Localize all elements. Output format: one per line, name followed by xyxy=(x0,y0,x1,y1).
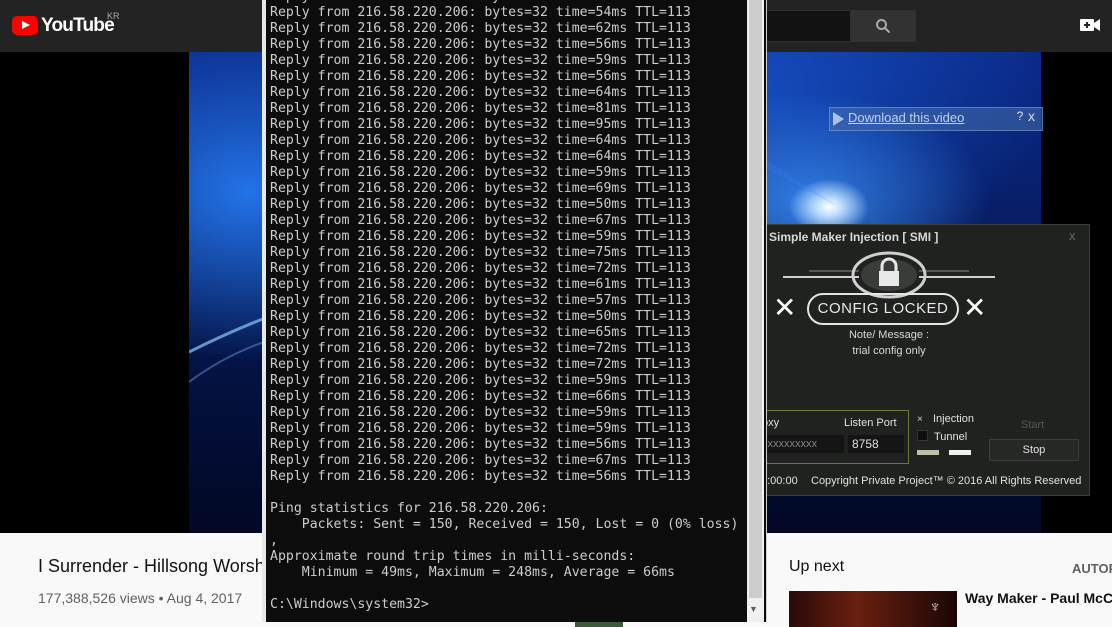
console-line: Reply from 216.58.220.206: bytes=32 time… xyxy=(270,341,691,356)
console-line: Reply from 216.58.220.206: bytes=32 time… xyxy=(270,5,691,20)
console-line: Reply from 216.58.220.206: bytes=32 time… xyxy=(270,197,691,212)
scroll-down-arrow-icon[interactable]: ▼ xyxy=(749,604,758,614)
console-line: Reply from 216.58.220.206: bytes=32 time… xyxy=(270,453,691,468)
autoplay-label[interactable]: AUTOPLAY xyxy=(1072,561,1112,576)
search-icon xyxy=(876,19,891,34)
tunnel-checkbox[interactable] xyxy=(917,430,928,441)
console-line: Reply from 216.58.220.206: bytes=32 time… xyxy=(270,133,691,148)
console-line: Reply from 216.58.220.206: bytes=32 time… xyxy=(270,293,691,308)
scrollbar-thumb[interactable] xyxy=(749,0,762,598)
download-video-bar[interactable]: Download this video ? x xyxy=(829,107,1043,131)
console-line: Reply from 216.58.220.206: bytes=32 time… xyxy=(270,181,691,196)
status-indicator xyxy=(949,450,971,455)
start-button[interactable]: Start xyxy=(1021,419,1044,431)
console-line: Reply from 216.58.220.206: bytes=32 time… xyxy=(270,149,691,164)
console-line: Reply from 216.58.220.206: bytes=32 time… xyxy=(270,101,691,116)
up-next-heading: Up next xyxy=(789,558,845,575)
config-locked-banner: CONFIG LOCKED xyxy=(807,293,959,325)
help-icon[interactable]: ? xyxy=(1013,109,1027,123)
console-line: Reply from 216.58.220.206: bytes=32 time… xyxy=(270,277,691,292)
tunnel-option[interactable]: Tunnel xyxy=(917,430,967,443)
console-line: Reply from 216.58.220.206: bytes=32 time… xyxy=(270,357,691,372)
console-line: Reply from 216.58.220.206: bytes=32 time… xyxy=(270,309,691,324)
listen-port-label: Listen Port xyxy=(844,417,897,429)
console-line: Reply from 216.58.220.206: bytes=32 time… xyxy=(270,85,691,100)
vertical-scrollbar[interactable]: ▼ xyxy=(747,0,764,622)
console-line: Minimum = 49ms, Maximum = 248ms, Average… xyxy=(270,565,675,580)
note-label: Note/ Message : xyxy=(848,329,930,341)
console-line: Reply from 216.58.220.206: bytes=32 time… xyxy=(270,37,691,52)
console-line: Reply from 216.58.220.206: bytes=32 time… xyxy=(270,245,691,260)
video-title: I Surrender - Hillsong Worshi xyxy=(38,556,269,576)
console-line: Reply from 216.58.220.206: bytes=32 time… xyxy=(270,261,691,276)
console-line: C:\Windows\system32> xyxy=(270,597,429,612)
command-prompt-window[interactable]: Reply from 216.58.220.206: bytes=32 time… xyxy=(262,0,767,622)
listen-port-field[interactable]: 8758 xyxy=(848,435,904,453)
stop-button[interactable]: Stop xyxy=(989,439,1079,461)
proxy-panel: oxy xxxxxxxxxx Listen Port 8758 xyxy=(759,410,909,464)
console-line: Reply from 216.58.220.206: bytes=32 time… xyxy=(270,469,691,484)
console-line: Reply from 216.58.220.206: bytes=32 time… xyxy=(270,389,691,404)
injection-option[interactable]: × Injection xyxy=(917,413,974,425)
console-output: Reply from 216.58.220.206: bytes=32 time… xyxy=(270,0,745,613)
console-line: Reply from 216.58.220.206: bytes=32 time… xyxy=(270,405,691,420)
console-line: Ping statistics for 216.58.220.206: xyxy=(270,501,548,516)
tunnel-label: Tunnel xyxy=(934,431,968,443)
console-line: Packets: Sent = 150, Received = 150, Los… xyxy=(270,517,739,532)
close-icon[interactable]: x xyxy=(1069,228,1076,243)
console-line: Reply from 216.58.220.206: bytes=32 time… xyxy=(270,117,691,132)
close-icon[interactable]: x xyxy=(1028,108,1035,124)
search-button[interactable] xyxy=(850,10,916,42)
copyright-text: Copyright Private Project™ © 2016 All Ri… xyxy=(811,475,1082,487)
status-indicator xyxy=(917,450,939,455)
console-line: Reply from 216.58.220.206: bytes=32 time… xyxy=(270,165,691,180)
injection-checkbox[interactable]: × xyxy=(917,415,927,425)
note-value: trial config only xyxy=(852,345,926,357)
console-line: Reply from 216.58.220.206: bytes=32 time… xyxy=(270,229,691,244)
console-line: Reply from 216.58.220.206: bytes=32 time… xyxy=(270,53,691,68)
download-video-link[interactable]: Download this video xyxy=(848,110,964,125)
console-line: , xyxy=(270,533,278,548)
console-line: Reply from 216.58.220.206: bytes=32 time… xyxy=(270,69,691,84)
console-line: Reply from 216.58.220.206: bytes=32 time… xyxy=(270,437,691,452)
console-line: Reply from 216.58.220.206: bytes=32 time… xyxy=(270,373,691,388)
console-line: Reply from 216.58.220.206: bytes=32 time… xyxy=(270,421,691,436)
youtube-country-code: KR xyxy=(107,11,120,21)
video-camera-plus-icon[interactable] xyxy=(1079,14,1101,36)
youtube-play-icon xyxy=(12,16,38,35)
smi-window: Simple Maker Injection [ SMI ] x ✕ CONFI… xyxy=(758,224,1090,496)
search-input[interactable] xyxy=(760,10,851,42)
console-line: Reply from 216.58.220.206: bytes=32 time… xyxy=(270,325,691,340)
smi-window-title: Simple Maker Injection [ SMI ] xyxy=(769,230,939,244)
proxy-field[interactable]: xxxxxxxxxx xyxy=(762,435,844,453)
play-arrow-icon xyxy=(833,112,844,126)
console-line: Approximate round trip times in milli-se… xyxy=(270,549,636,564)
injection-label: Injection xyxy=(933,413,974,425)
console-line: Reply from 216.58.220.206: bytes=32 time… xyxy=(270,21,691,36)
worship-hands-icon: ♆ xyxy=(929,599,941,616)
next-video-title[interactable]: Way Maker - Paul McClure Moment xyxy=(965,590,1112,606)
x-mark-icon: ✕ xyxy=(773,292,797,323)
video-views-date: 177,388,526 views • Aug 4, 2017 xyxy=(38,590,243,606)
youtube-logo-text: YouTube xyxy=(41,15,115,36)
next-video-thumbnail[interactable]: ♆ xyxy=(789,591,957,627)
console-line: Reply from 216.58.220.206: bytes=32 time… xyxy=(270,213,691,228)
taskbar-item[interactable] xyxy=(575,622,623,627)
x-mark-icon: ✕ xyxy=(963,292,987,323)
